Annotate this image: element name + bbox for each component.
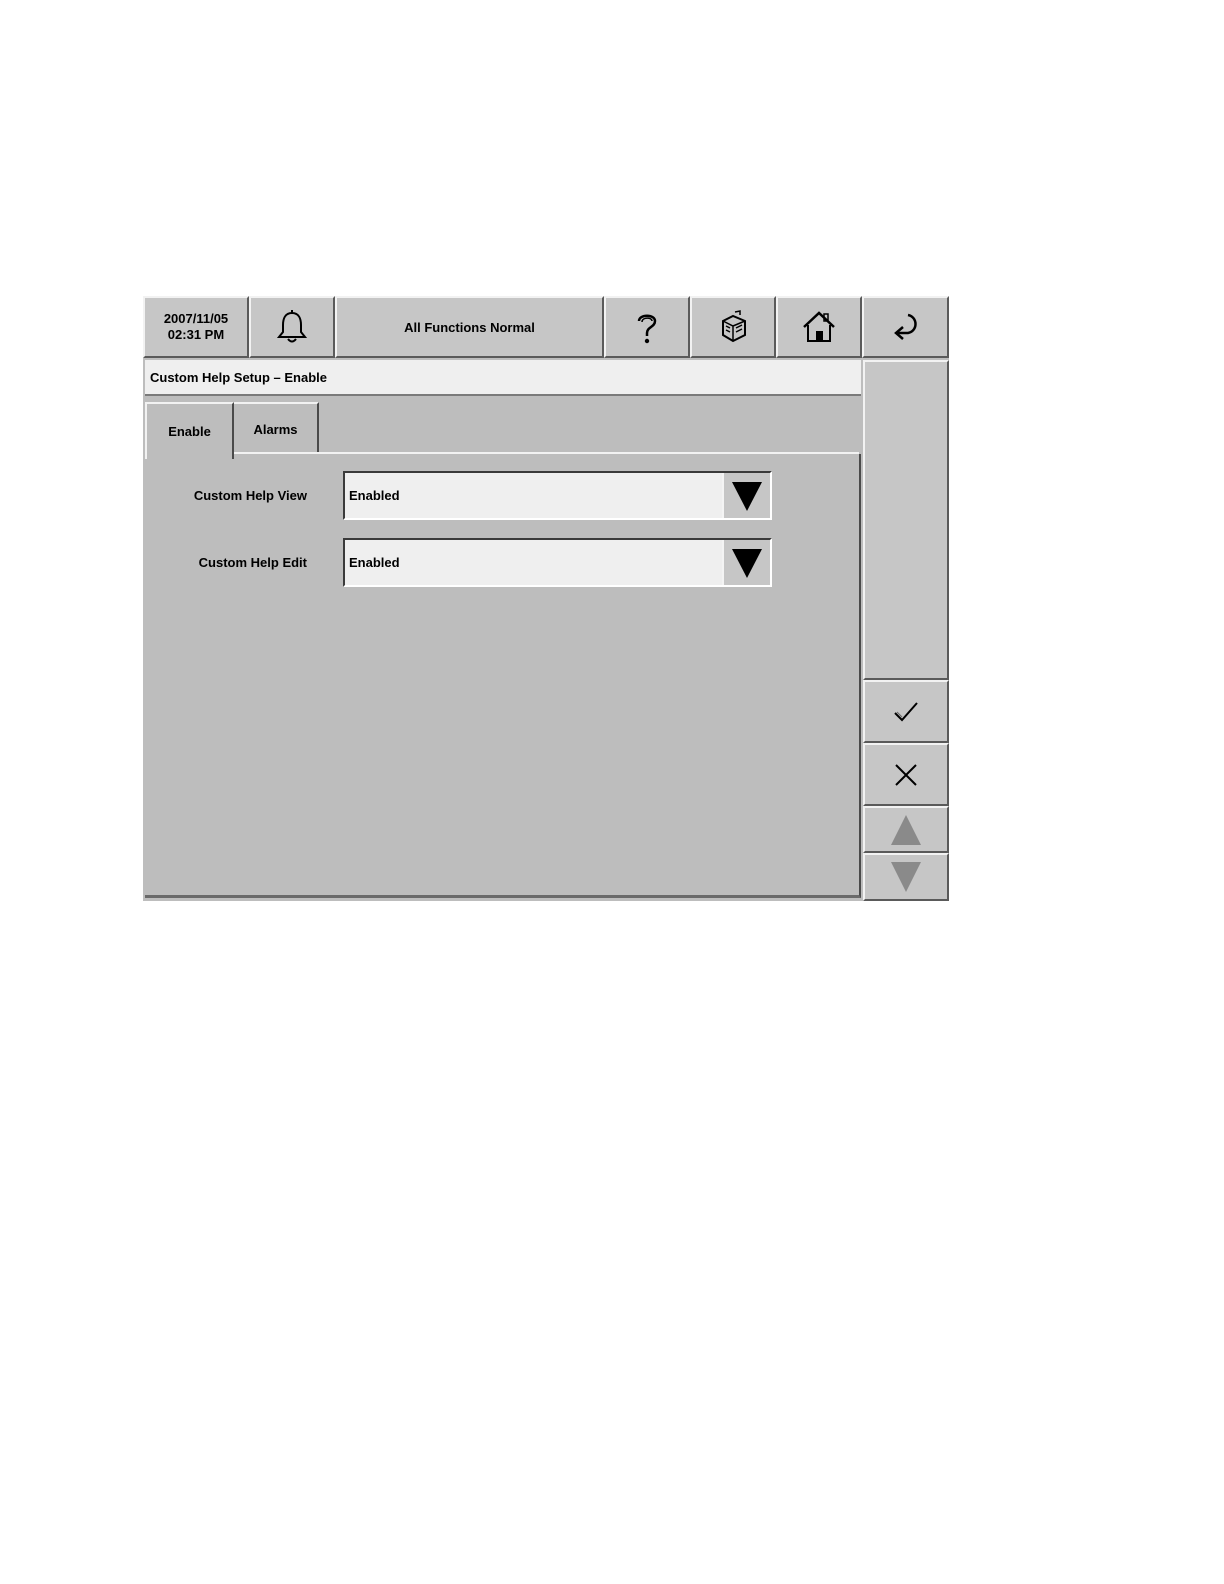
custom-help-view-dropdown[interactable]: Enabled [343,471,772,520]
ok-button[interactable] [863,680,949,743]
custom-help-edit-label: Custom Help Edit [198,555,307,570]
service-button[interactable] [690,296,776,358]
service-icon [722,310,746,343]
x-icon [895,763,917,786]
custom-help-edit-value: Enabled [349,555,400,570]
status-text: All Functions Normal [404,319,535,335]
tab-alarms[interactable]: Alarms [232,402,319,455]
help-button[interactable] [604,296,690,358]
bell-icon [276,310,308,343]
device-screen: 2007/11/05 02:31 PM All Functions Normal [143,296,949,901]
status-display: All Functions Normal [335,296,604,358]
tab-enable[interactable]: Enable [145,402,234,459]
triangle-down-icon [732,481,762,511]
alarm-button[interactable] [249,296,335,358]
custom-help-view-value: Enabled [349,488,400,503]
content-panel: Custom Help View Enabled Custom Help Edi… [145,454,861,898]
tab-alarms-label: Alarms [253,422,298,437]
back-button[interactable] [862,296,949,358]
triangle-down-icon [732,548,762,578]
side-blank-area [863,360,949,680]
up-arrow-icon [891,814,921,845]
custom-help-view-dropdown-button[interactable] [722,473,770,518]
home-icon [803,311,835,342]
custom-help-view-label: Custom Help View [193,488,307,503]
custom-help-edit-dropdown[interactable]: Enabled [343,538,772,587]
back-arrow-icon [893,313,917,340]
time-text: 02:31 PM [167,327,225,342]
scroll-down-button[interactable] [863,853,949,901]
custom-help-edit-dropdown-button[interactable] [722,540,770,585]
cancel-button[interactable] [863,743,949,806]
date-text: 2007/11/05 [163,311,229,326]
scroll-up-button[interactable] [863,806,949,853]
checkmark-icon [894,701,918,721]
down-arrow-icon [891,862,921,892]
tab-strip: Enable Alarms [145,397,861,459]
tab-enable-label: Enable [168,424,211,439]
datetime-display: 2007/11/05 02:31 PM [143,296,249,358]
side-panel [863,360,949,901]
home-button[interactable] [776,296,862,358]
page-title: Custom Help Setup – Enable [145,360,861,396]
question-mark-icon [637,314,657,344]
